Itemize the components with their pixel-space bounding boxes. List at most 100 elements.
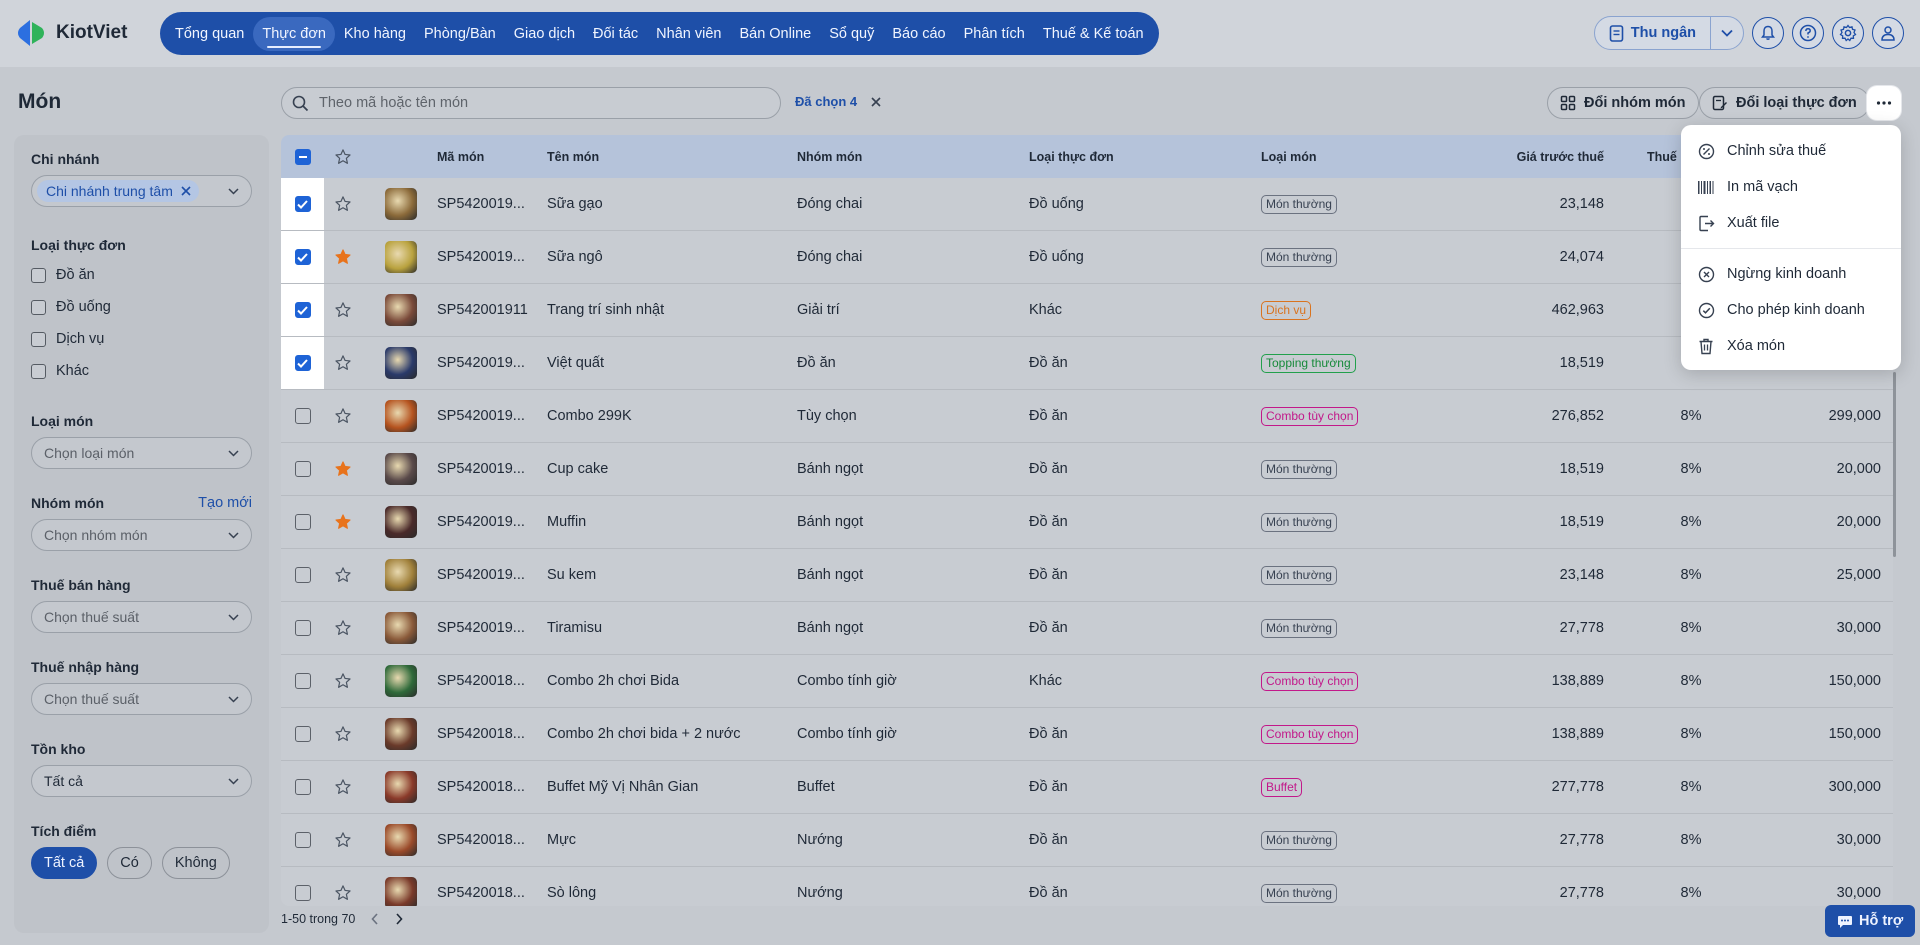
nav-item-4[interactable]: Giao dịch [505, 17, 584, 51]
favorite-toggle[interactable] [328, 354, 358, 372]
sales-tax-select[interactable]: Chọn thuế suất [31, 601, 252, 633]
table-row[interactable]: SP5420018... Mực Nướng Đồ ăn Món thường 27,77… [281, 814, 1893, 867]
header-star[interactable] [328, 148, 358, 166]
menu-type-checkbox[interactable] [31, 299, 46, 315]
menu-type-checkbox[interactable] [31, 331, 46, 347]
more-actions-button[interactable] [1867, 86, 1901, 120]
table-row[interactable]: SP5420019... Combo 299K Tùy chọn Đồ ăn Combo… [281, 390, 1893, 443]
search-box[interactable] [281, 87, 781, 119]
nav-item-1[interactable]: Thực đơn [253, 16, 335, 51]
menu-type-checkbox[interactable] [31, 363, 46, 379]
menu-type-option[interactable]: Dịch vụ [31, 323, 252, 355]
support-button[interactable]: Hỗ trợ [1825, 905, 1916, 937]
favorite-toggle[interactable] [328, 778, 358, 796]
table-row[interactable]: SP5420019... Việt quất Đồ ăn Đồ ăn Topping t… [281, 337, 1893, 390]
points-option[interactable]: Không [161, 847, 230, 879]
close-icon[interactable] [181, 186, 191, 196]
help-button[interactable] [1792, 17, 1824, 49]
table-row[interactable]: SP5420018... Buffet Mỹ Vị Nhân Gian Buffet… [281, 761, 1893, 814]
search-input[interactable] [319, 95, 739, 111]
menu-item-check-circle[interactable]: Cho phép kinh doanh [1681, 292, 1901, 328]
chevron-right-icon[interactable] [395, 913, 403, 925]
table-row[interactable]: SP5420019... Su kem Bánh ngọt Đồ ăn Món thườ… [281, 549, 1893, 602]
menu-item-trash[interactable]: Xóa món [1681, 328, 1901, 364]
change-group-button[interactable]: Đổi nhóm món [1547, 87, 1699, 119]
cashier-button[interactable]: Thu ngân [1593, 16, 1744, 50]
table-row[interactable]: SP5420018... Combo 2h chơi bida + 2 nước C… [281, 708, 1893, 761]
row-checkbox[interactable] [294, 249, 311, 265]
app-logo[interactable]: KiotViet [16, 18, 127, 48]
nav-item-10[interactable]: Phân tích [955, 17, 1034, 51]
import-tax-select[interactable]: Chọn thuế suất [31, 683, 252, 715]
row-checkbox[interactable] [294, 302, 311, 318]
stock-select[interactable]: Tất cả [31, 765, 252, 797]
select-all-checkbox[interactable] [294, 148, 311, 165]
row-checkbox[interactable] [294, 408, 311, 424]
chevron-left-icon[interactable] [371, 913, 379, 925]
user-button[interactable] [1872, 17, 1904, 49]
nav-item-11[interactable]: Thuế & Kế toán [1034, 17, 1153, 51]
favorite-toggle[interactable] [328, 566, 358, 584]
header-menu-type[interactable]: Loại thực đơn [1029, 150, 1249, 164]
nav-item-0[interactable]: Tổng quan [166, 17, 253, 51]
favorite-toggle[interactable] [328, 301, 358, 319]
settings-button[interactable] [1832, 17, 1864, 49]
favorite-toggle[interactable] [328, 884, 358, 902]
favorite-toggle[interactable] [328, 195, 358, 213]
table-row[interactable]: SP5420018... Combo 2h chơi Bida Combo tính… [281, 655, 1893, 708]
row-checkbox[interactable] [294, 726, 311, 742]
nav-item-5[interactable]: Đối tác [584, 17, 647, 51]
nav-item-6[interactable]: Nhân viên [647, 17, 730, 51]
row-checkbox[interactable] [294, 196, 311, 212]
row-checkbox[interactable] [294, 355, 311, 371]
nav-item-9[interactable]: Báo cáo [883, 17, 954, 51]
favorite-toggle[interactable] [328, 513, 358, 531]
row-checkbox[interactable] [294, 832, 311, 848]
header-kind[interactable]: Loại món [1261, 150, 1481, 164]
row-checkbox[interactable] [294, 461, 311, 477]
header-name[interactable]: Tên món [547, 150, 787, 164]
header-code[interactable]: Mã món [437, 150, 537, 164]
nav-item-2[interactable]: Kho hàng [335, 17, 415, 51]
table-row[interactable]: SP5420019... Sữa gạo Đóng chai Đồ uống Món t… [281, 178, 1893, 231]
table-row[interactable]: SP5420018... Sò lông Nướng Đồ ăn Món thường 2… [281, 867, 1893, 906]
favorite-toggle[interactable] [328, 619, 358, 637]
table-scrollbar[interactable] [1893, 372, 1896, 557]
row-checkbox[interactable] [294, 779, 311, 795]
clear-selection-icon[interactable] [871, 96, 881, 107]
header-group[interactable]: Nhóm món [797, 150, 1017, 164]
points-option[interactable]: Có [107, 847, 152, 879]
create-group-link[interactable]: Tạo mới [198, 495, 252, 511]
notifications-button[interactable] [1752, 17, 1784, 49]
favorite-toggle[interactable] [328, 725, 358, 743]
header-pre-tax[interactable]: Giá trước thuế [1481, 150, 1604, 164]
row-checkbox[interactable] [294, 514, 311, 530]
menu-type-checkbox[interactable] [31, 267, 46, 283]
table-row[interactable]: SP542001911 Trang trí sinh nhật Giải trí Kh… [281, 284, 1893, 337]
branch-select[interactable]: Chi nhánh trung tâm [31, 175, 252, 207]
menu-item-stop-circle[interactable]: Ngừng kinh doanh [1681, 256, 1901, 292]
item-type-select[interactable]: Chọn loại món [31, 437, 252, 469]
favorite-toggle[interactable] [328, 248, 358, 266]
table-row[interactable]: SP5420019... Muffin Bánh ngọt Đồ ăn Món thườ… [281, 496, 1893, 549]
item-group-select[interactable]: Chọn nhóm món [31, 519, 252, 551]
menu-item-export[interactable]: Xuất file [1681, 205, 1901, 241]
cashier-main[interactable]: Thu ngân [1595, 17, 1711, 49]
table-row[interactable]: SP5420019... Tiramisu Bánh ngọt Đồ ăn Món th… [281, 602, 1893, 655]
points-option[interactable]: Tất cả [31, 847, 98, 879]
favorite-toggle[interactable] [328, 460, 358, 478]
favorite-toggle[interactable] [328, 407, 358, 425]
menu-type-option[interactable]: Đồ ăn [31, 259, 252, 291]
cashier-dropdown[interactable] [1711, 17, 1743, 49]
favorite-toggle[interactable] [328, 831, 358, 849]
nav-item-7[interactable]: Bán Online [730, 17, 820, 51]
menu-type-option[interactable]: Khác [31, 355, 252, 387]
row-checkbox[interactable] [294, 620, 311, 636]
row-checkbox[interactable] [294, 567, 311, 583]
change-menu-type-button[interactable]: Đổi loại thực đơn [1699, 87, 1870, 119]
menu-type-option[interactable]: Đồ uống [31, 291, 252, 323]
favorite-toggle[interactable] [328, 672, 358, 690]
nav-item-8[interactable]: Sổ quỹ [820, 17, 883, 51]
menu-item-tax-edit[interactable]: Chỉnh sửa thuế [1681, 133, 1901, 169]
row-checkbox[interactable] [294, 673, 311, 689]
